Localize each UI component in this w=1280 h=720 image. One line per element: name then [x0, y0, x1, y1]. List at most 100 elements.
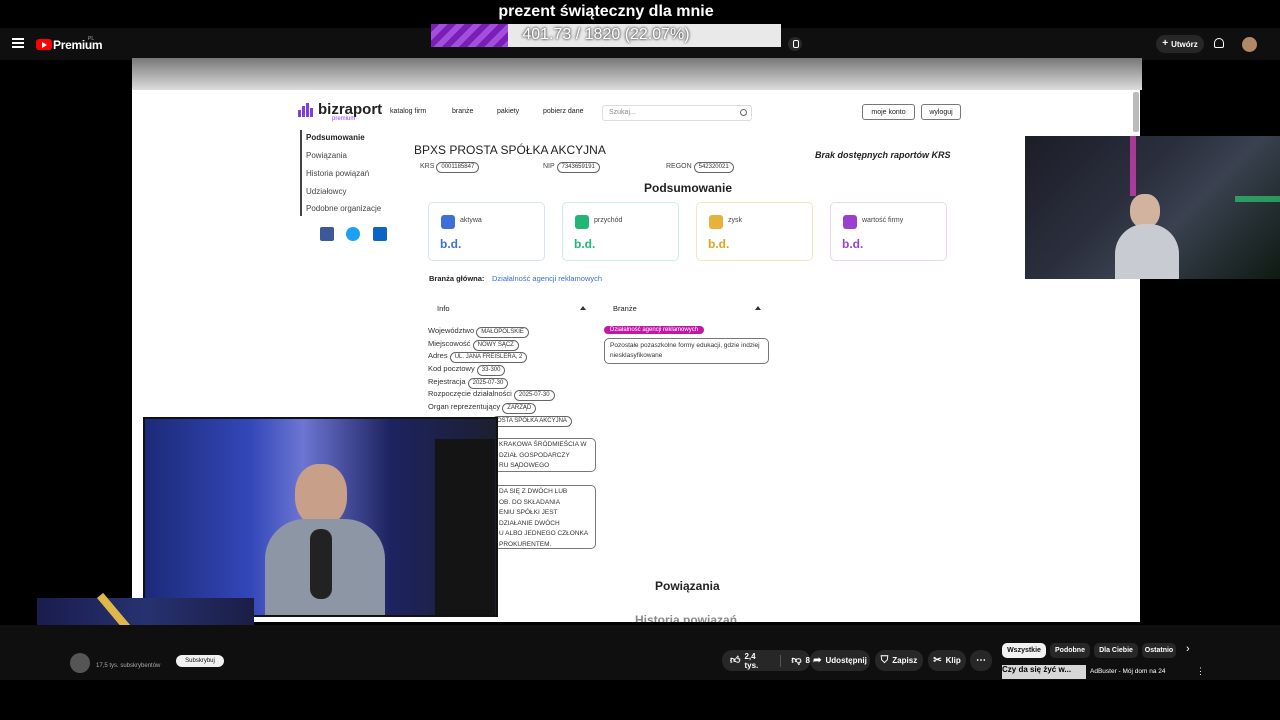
info-collapse-caret-icon[interactable] [580, 306, 586, 310]
stream-title: prezent świąteczny dla mnie [498, 3, 714, 20]
regon-value: 542320021 [693, 162, 734, 173]
card-wartosc-firmy: wartość firmy b.d. [830, 202, 947, 261]
more-actions-button[interactable]: ⋯ [970, 650, 992, 671]
card-value: b.d. [842, 237, 864, 251]
sidebar-item-podsumowanie[interactable]: Podsumowanie [306, 133, 365, 142]
notifications-bell-icon[interactable] [1214, 38, 1224, 48]
info-label: Organ reprezentujący [428, 402, 501, 411]
info-label: Adres [428, 351, 448, 360]
info-label: Województwo [428, 326, 475, 335]
search-icon[interactable] [740, 109, 747, 116]
card-label: przychód [594, 217, 623, 224]
info-label: Kod pocztowy [428, 364, 475, 373]
court-line: DZIAŁ GOSPODARCZY [499, 451, 570, 459]
info-row-wojewodztwo: Województwo MAŁOPOLSKIE [428, 326, 529, 338]
nav-katalog-firm[interactable]: katalog firm [390, 108, 426, 115]
info-row-rozpoczecie: Rozpoczęcie działalności 2025-07-30 [428, 389, 555, 401]
thumbs-down-icon[interactable]: 👎︎ [791, 655, 801, 666]
sidebar-item-historia[interactable]: Historia powiązań [306, 169, 369, 178]
sidebar-item-podobne[interactable]: Podobne organizacje [306, 204, 381, 213]
thumbs-up-icon[interactable]: 👍︎ [730, 655, 740, 666]
info-label: Miejscowość [428, 339, 471, 348]
representation-line: DA SIĘ Z DWÓCH LUB [499, 488, 568, 495]
progress-text: 401.73 / 1820 (22.07%) [522, 26, 690, 43]
logout-button[interactable]: wyloguj [921, 104, 961, 120]
channel-avatar[interactable] [70, 653, 90, 673]
site-search-input[interactable]: Szukaj... [602, 105, 752, 121]
card-label: wartość firmy [862, 217, 904, 224]
my-account-button[interactable]: moje konto [862, 104, 915, 120]
summary-title: Podsumowanie [644, 181, 733, 195]
sidebar-item-powiazania[interactable]: Powiązania [306, 151, 347, 160]
info-label: Rejestracja [428, 377, 466, 386]
save-button[interactable]: ⛉ Zapisz [875, 650, 923, 671]
info-row-miejscowosc: Miejscowość NOWY SĄCZ [428, 339, 519, 351]
microphone-icon[interactable] [788, 37, 802, 51]
nip-value: 7343659191 [556, 162, 600, 173]
clip-button[interactable]: ✂ Klip [928, 650, 966, 671]
info-value: NOWY SĄCZ [472, 340, 519, 351]
bizraport-logo-icon[interactable] [298, 103, 316, 117]
chip-podobne[interactable]: Podobne [1050, 643, 1090, 658]
create-button[interactable]: + Utwórz [1156, 35, 1204, 53]
card-label: aktywa [460, 217, 482, 224]
court-line: RU SĄDOWEGO [499, 462, 550, 470]
card-aktywa: aktywa b.d. [428, 202, 545, 261]
page-scrollbar[interactable] [1133, 92, 1139, 132]
video-top-band [132, 58, 1142, 90]
nav-pobierz-dane[interactable]: pobierz dane [543, 108, 583, 115]
site-logo-sub: premium [332, 116, 356, 122]
sidebar-line [300, 130, 302, 216]
krs-row: KRS 0001185847 [420, 162, 480, 173]
more-dots-icon: ⋯ [976, 654, 986, 666]
regon-label: REGON [666, 163, 692, 170]
subscribe-button[interactable]: Subskrybuj [176, 655, 224, 667]
representation-box: DA SIĘ Z DWÓCH LUB OB. DO SKŁADANIA ENIU… [494, 485, 596, 549]
chevron-right-icon[interactable]: › [1186, 643, 1190, 655]
linkedin-icon[interactable] [373, 227, 387, 241]
card-label: zysk [728, 217, 742, 224]
chip-ostatnio[interactable]: Ostatnio [1142, 643, 1176, 658]
info-row-organ: Organ reprezentujący ZARZĄD [428, 402, 537, 414]
sidebar-item-udzialowcy[interactable]: Udziałowcy [306, 187, 346, 196]
share-button[interactable]: ➦ Udostępnij [810, 650, 870, 671]
bookmark-icon: ⛉ [880, 654, 889, 666]
like-count[interactable]: 2,4 tys. [744, 652, 770, 670]
info-value: 2025-07-30 [513, 390, 555, 401]
company-value-icon [843, 215, 857, 229]
representation-line: U ALBO JEDNEGO CZŁONKA [499, 530, 589, 538]
guest-video-facecam [143, 417, 498, 617]
regon-row: REGON 542320021 [666, 162, 734, 173]
industry-tag-other[interactable]: Pozostałe pozaszkolne formy edukacji, gd… [604, 338, 769, 364]
twitter-icon[interactable] [346, 227, 360, 241]
branze-collapse-caret-icon[interactable] [755, 306, 761, 310]
chip-dla-ciebie[interactable]: Dla Ciebie [1094, 643, 1138, 658]
facebook-icon[interactable] [320, 227, 334, 241]
info-section-header[interactable]: Info [437, 304, 450, 313]
info-value: MAŁOPOLSKIE [476, 327, 529, 338]
info-value: ZARZĄD [502, 403, 537, 414]
branze-section-header[interactable]: Branże [613, 304, 637, 313]
nav-branze[interactable]: branże [452, 108, 473, 115]
info-value: OSTA SPÓŁKA AKCYJNA [492, 416, 572, 427]
kebab-menu-icon[interactable]: ⋮ [1196, 666, 1205, 677]
nav-pakiety[interactable]: pakiety [497, 108, 519, 115]
krs-reports-note: Brak dostępnych raportów KRS [815, 150, 951, 160]
main-industry-link[interactable]: Działalność agencji reklamowych [492, 274, 602, 283]
profit-icon [709, 215, 723, 229]
krs-value: 0001185847 [436, 162, 480, 173]
streamer-facecam [1025, 136, 1280, 279]
chip-wszystkie[interactable]: Wszystkie [1002, 643, 1046, 658]
user-avatar[interactable] [1242, 37, 1257, 52]
industry-tag-active[interactable]: Działalność agencji reklamowych [604, 326, 705, 334]
representation-line: DZIAŁANIE DWÓCH [499, 519, 560, 527]
share-label: Udostępnij [825, 656, 867, 665]
hamburger-menu-icon[interactable] [12, 38, 24, 48]
info-value: 33-300 [476, 365, 506, 376]
youtube-premium-label[interactable]: Premium [53, 38, 103, 52]
recommended-video-title[interactable]: AdBuster - Mój dom na 24 [1090, 668, 1166, 675]
youtube-logo-icon[interactable] [36, 39, 52, 50]
save-label: Zapisz [892, 656, 918, 665]
revenue-icon [575, 215, 589, 229]
recommended-video-thumbnail[interactable]: Czy da się żyć w... [1002, 665, 1086, 679]
